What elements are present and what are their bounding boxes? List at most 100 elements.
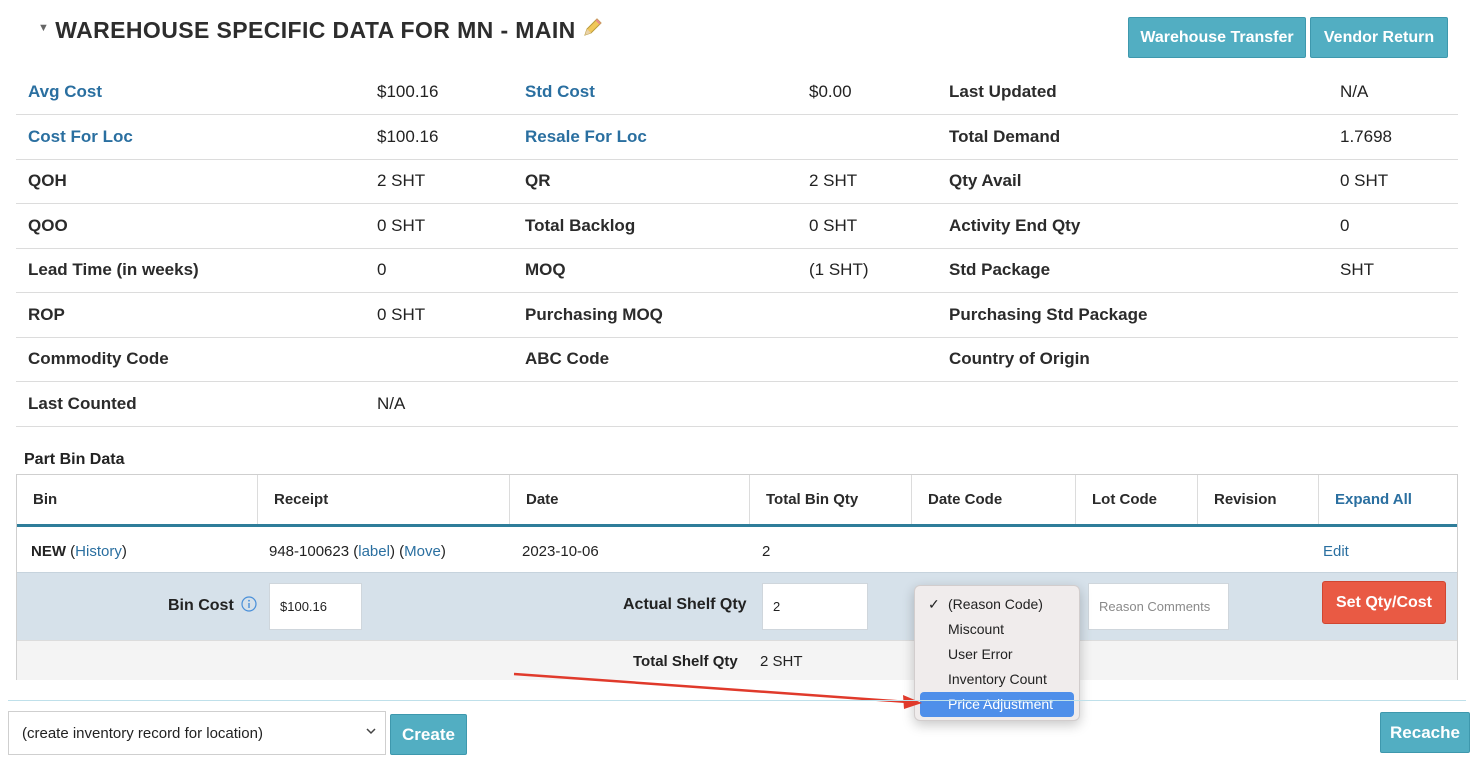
bin-cell: NEW (History) [31, 543, 127, 560]
total-shelf-qty-value: 2 SHT [760, 653, 803, 670]
bin-cost-label: Bin Cost [168, 596, 257, 617]
info-label: Purchasing MOQ [513, 292, 797, 338]
checkmark-icon: ✓ [928, 596, 940, 612]
col-date: Date [510, 475, 750, 524]
info-label: Total Demand [937, 114, 1328, 160]
info-value [797, 337, 937, 382]
reason-option-price-adjustment[interactable]: Price Adjustment [920, 692, 1074, 717]
collapse-caret-icon[interactable]: ▼ [38, 22, 49, 34]
info-value [797, 292, 937, 338]
col-lot-code: Lot Code [1076, 475, 1198, 524]
info-label: Std Package [937, 248, 1328, 293]
col-revision: Revision [1198, 475, 1319, 524]
info-row: Avg Cost $100.16 Std Cost $0.00 Last Updated… [16, 70, 1458, 115]
edit-link[interactable]: Edit [1323, 543, 1349, 560]
part-bin-header: Bin Receipt Date Total Bin Qty Date Code… [17, 475, 1457, 527]
info-value: $100.16 [365, 70, 513, 115]
empty-cell [937, 381, 1328, 427]
bin-edit-row: Bin Cost Actual Shelf Qty Set Qty/Cost [17, 572, 1457, 640]
label-link[interactable]: label [358, 543, 390, 560]
info-value: 1.7698 [1328, 114, 1458, 160]
empty-cell [797, 381, 937, 427]
info-label[interactable]: Cost For Loc [16, 114, 365, 160]
bin-name: NEW [31, 543, 66, 560]
info-icon[interactable] [241, 596, 257, 617]
col-date-code: Date Code [912, 475, 1076, 524]
empty-cell [1328, 381, 1458, 427]
location-select[interactable]: (create inventory record for location) [8, 711, 386, 755]
section-title: ▼ WAREHOUSE SPECIFIC DATA FOR MN - MAIN [38, 16, 604, 44]
chevron-down-icon [365, 724, 377, 741]
info-value [1328, 337, 1458, 382]
info-label: Commodity Code [16, 337, 365, 382]
section-title-text: WAREHOUSE SPECIFIC DATA FOR MN - MAIN [55, 16, 576, 43]
info-label: QOO [16, 203, 365, 249]
actual-shelf-qty-input[interactable] [762, 583, 868, 630]
info-value: 0 [1328, 203, 1458, 249]
date-cell: 2023-10-06 [522, 543, 599, 560]
info-value [365, 337, 513, 382]
part-bin-table: Bin Receipt Date Total Bin Qty Date Code… [16, 474, 1458, 680]
info-label: ROP [16, 292, 365, 338]
info-row: QOH 2 SHT QR 2 SHT Qty Avail 0 SHT [16, 159, 1458, 204]
info-value: 0 SHT [797, 203, 937, 249]
warehouse-transfer-button[interactable]: Warehouse Transfer [1128, 17, 1306, 58]
reason-comments-input[interactable] [1088, 583, 1229, 630]
actual-shelf-qty-label: Actual Shelf Qty [623, 596, 747, 613]
info-value: N/A [1328, 70, 1458, 115]
pencil-icon[interactable] [582, 16, 604, 44]
info-value: $100.16 [365, 114, 513, 160]
table-row: NEW (History) 948-100623 (label) (Move) … [17, 530, 1457, 572]
info-value: 0 SHT [365, 292, 513, 338]
info-label[interactable]: Resale For Loc [513, 114, 797, 160]
info-label[interactable]: Std Cost [513, 70, 797, 115]
info-value [1328, 292, 1458, 338]
info-value: SHT [1328, 248, 1458, 293]
set-qty-cost-button[interactable]: Set Qty/Cost [1322, 581, 1446, 624]
info-row: ROP 0 SHT Purchasing MOQ Purchasing Std Pac… [16, 292, 1458, 338]
info-row: Lead Time (in weeks) 0 MOQ (1 SHT) Std Packa… [16, 248, 1458, 293]
reason-option-inventory-count[interactable]: Inventory Count [920, 667, 1074, 692]
info-value: 0 SHT [365, 203, 513, 249]
info-label: Last Counted [16, 381, 365, 427]
receipt-number: 948-100623 [269, 543, 350, 560]
expand-all-link[interactable]: Expand All [1319, 475, 1457, 524]
bin-cost-label-text: Bin Cost [168, 597, 234, 614]
col-total-bin-qty: Total Bin Qty [750, 475, 912, 524]
info-label: Last Updated [937, 70, 1328, 115]
reason-option-label: (Reason Code) [948, 596, 1043, 612]
info-label[interactable]: Avg Cost [16, 70, 365, 115]
recache-button[interactable]: Recache [1380, 712, 1470, 753]
info-row: QOO 0 SHT Total Backlog 0 SHT Activity End Q… [16, 203, 1458, 249]
part-bin-title: Part Bin Data [24, 451, 125, 468]
info-label: Activity End Qty [937, 203, 1328, 249]
move-link[interactable]: Move [404, 543, 441, 560]
info-label: MOQ [513, 248, 797, 293]
reason-option-user-error[interactable]: User Error [920, 642, 1074, 667]
vendor-return-button[interactable]: Vendor Return [1310, 17, 1448, 58]
info-value: (1 SHT) [797, 248, 937, 293]
bin-cost-input[interactable] [269, 583, 362, 630]
info-value: 0 SHT [1328, 159, 1458, 204]
reason-option-reason-code[interactable]: ✓ (Reason Code) [920, 592, 1074, 617]
info-row: Commodity Code ABC Code Country of Origin [16, 337, 1458, 382]
info-label: Purchasing Std Package [937, 292, 1328, 338]
history-link[interactable]: History [75, 543, 122, 560]
total-shelf-qty-label: Total Shelf Qty [633, 653, 738, 670]
info-label: Country of Origin [937, 337, 1328, 382]
info-label: Qty Avail [937, 159, 1328, 204]
location-select-value: (create inventory record for location) [22, 724, 263, 742]
info-label: ABC Code [513, 337, 797, 382]
info-value: 2 SHT [365, 159, 513, 204]
total-bin-qty-cell: 2 [762, 543, 771, 560]
warehouse-info-table: Avg Cost $100.16 Std Cost $0.00 Last Updated… [16, 70, 1458, 427]
info-value: 0 [365, 248, 513, 293]
create-button[interactable]: Create [390, 714, 467, 755]
info-value [797, 114, 937, 160]
reason-option-miscount[interactable]: Miscount [920, 617, 1074, 642]
empty-cell [513, 381, 797, 427]
info-label: Total Backlog [513, 203, 797, 249]
info-label: QR [513, 159, 797, 204]
receipt-cell: 948-100623 (label) (Move) [269, 543, 446, 560]
info-label: QOH [16, 159, 365, 204]
